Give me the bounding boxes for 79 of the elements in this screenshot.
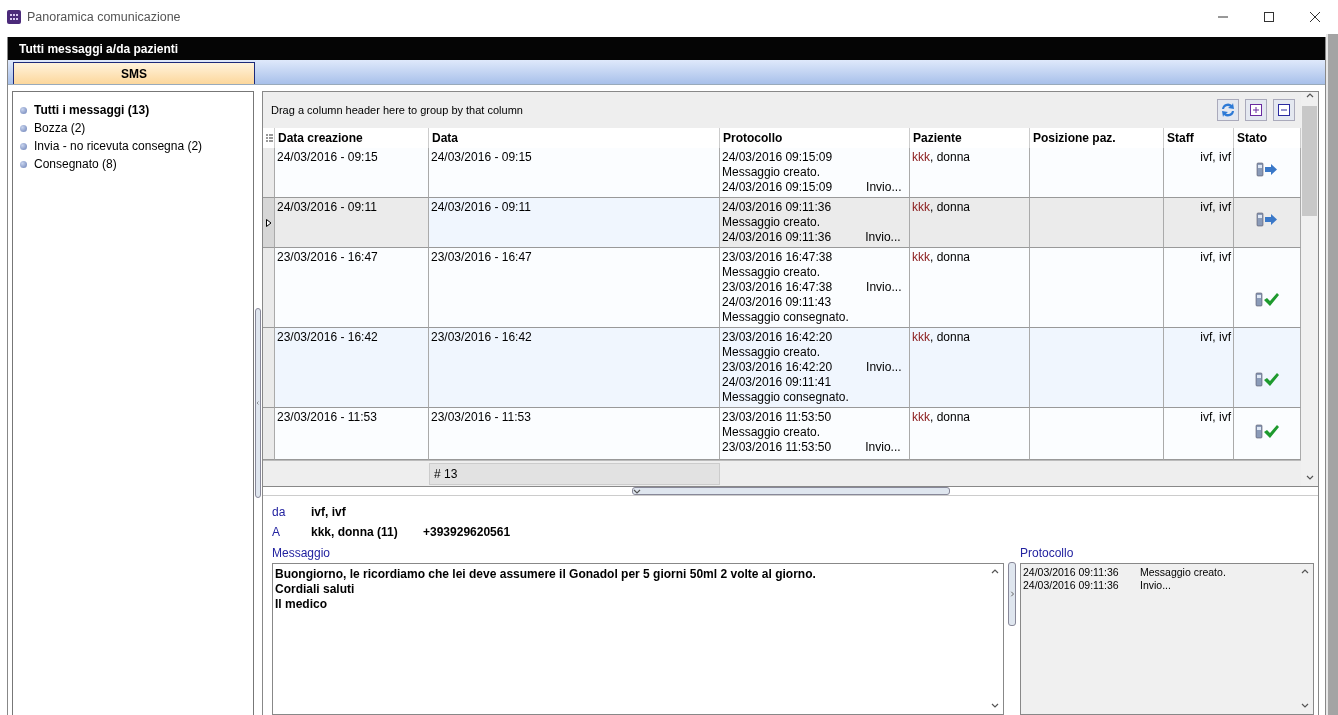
protocol-cell: 24/03/2016 09:15:09 Messaggio creato. 24/03/2016 09:15:09 Invio... (720, 148, 910, 198)
table-cell: 24/03/2016 - 09:11 (429, 198, 720, 248)
phone-number: +393929620561 (423, 525, 512, 539)
refresh-button[interactable] (1217, 99, 1239, 121)
table-cell: 23/03/2016 - 11:53 (275, 408, 429, 460)
panel-header: Tutti messaggi a/da pazienti (8, 37, 1325, 60)
expand-button[interactable] (1245, 99, 1267, 121)
protocol-entry: 24/03/2016 09:11:36 Messaggio creato. (1023, 566, 1227, 579)
column-header[interactable]: Staff (1164, 128, 1234, 148)
maximize-icon (1264, 12, 1274, 22)
minus-icon (1278, 104, 1290, 116)
column-header[interactable]: Posizione paz. (1030, 128, 1164, 148)
sidebar-item[interactable]: Invia - no ricevuta consegna (2) (20, 138, 253, 154)
app-icon (7, 10, 21, 24)
message-line: Il medico (275, 597, 328, 612)
sidebar-item[interactable]: Tutti i messaggi (13) (20, 102, 253, 118)
field-label: A (272, 525, 281, 539)
section-label: Messaggio (272, 545, 332, 560)
chevron-up-icon (1305, 92, 1314, 100)
splitter-handle[interactable] (1008, 562, 1016, 626)
chevron-down-icon (632, 488, 641, 496)
scrollbar-thumb[interactable] (1302, 106, 1317, 216)
protocol-cell: 23/03/2016 16:47:38 Messaggio creato. 23/03/2016 16:47:38 Invio... 24/03/2016 09:11:43 Messaggio consegnato. (720, 248, 910, 328)
chevron-up-icon (990, 568, 999, 576)
section-label: Protocollo (1020, 545, 1075, 560)
table-cell: kkk, donna (910, 248, 1030, 328)
table-cell: kkk, donna (910, 148, 1030, 198)
chevron-right-icon (1009, 590, 1015, 598)
row-indicator[interactable] (263, 198, 275, 248)
row-count: # 13 (429, 462, 720, 485)
sidebar-item[interactable]: Bozza (2) (20, 120, 253, 136)
column-header[interactable]: Stato (1234, 128, 1301, 148)
column-header[interactable]: Data (429, 128, 720, 148)
chevron-left-icon (256, 399, 260, 407)
table-cell: 24/03/2016 - 09:15 (275, 148, 429, 198)
table-cell: kkk, donna (910, 328, 1030, 408)
message-box[interactable]: Buongiorno, le ricordiamo che lei deve assumere il Gonadol per 5 giorni 50ml 2 volte al giorno. Cordiali saluti Il medico (272, 563, 1004, 715)
table-cell: 24/03/2016 - 09:11 (275, 198, 429, 248)
message-line: Cordiali saluti (275, 582, 356, 597)
table-cell: kkk, donna (910, 198, 1030, 248)
window-title: Panoramica comunicazione (27, 10, 181, 24)
column-header[interactable]: Paziente (910, 128, 1030, 148)
table-cell: ivf, ivf (1164, 328, 1234, 408)
chevron-down-icon (1305, 474, 1314, 482)
recipient-value: kkk, donna (11) (311, 525, 399, 539)
table-cell: ivf, ivf (1164, 408, 1234, 460)
table-cell: 23/03/2016 - 11:53 (429, 408, 720, 460)
tab[interactable]: SMS (13, 62, 255, 84)
table-cell: 23/03/2016 - 16:47 (275, 248, 429, 328)
column-header[interactable]: Protocollo (720, 128, 910, 148)
protocol-cell: 23/03/2016 16:42:20 Messaggio creato. 23/03/2016 16:42:20 Invio... 24/03/2016 09:11:41 Messaggio consegnato. (720, 328, 910, 408)
group-hint: Drag a column header here to group by that column (271, 104, 523, 116)
plus-icon (1250, 104, 1262, 116)
message-line: Buongiorno, le ricordiamo che lei deve assumere il Gonadol per 5 giorni 50ml 2 volte al giorno. (275, 567, 817, 582)
table-cell: 24/03/2016 - 09:15 (429, 148, 720, 198)
table-cell: 23/03/2016 - 16:42 (275, 328, 429, 408)
table-cell: kkk, donna (910, 408, 1030, 460)
column-header[interactable]: Data creazione (275, 128, 429, 148)
protocol-entry: 24/03/2016 09:11:36 Invio... (1023, 579, 1172, 592)
close-icon (1310, 12, 1320, 22)
table-cell: ivf, ivf (1164, 248, 1234, 328)
chevron-down-icon (1300, 702, 1309, 710)
table-cell: ivf, ivf (1164, 198, 1234, 248)
sender-value: ivf, ivf (311, 505, 347, 519)
chevron-up-icon (1300, 568, 1309, 576)
sidebar-item[interactable]: Consegnato (8) (20, 156, 253, 172)
table-cell: 23/03/2016 - 16:42 (429, 328, 720, 408)
chevron-down-icon (990, 702, 999, 710)
table-cell: ivf, ivf (1164, 148, 1234, 198)
collapse-button[interactable] (1273, 99, 1295, 121)
table-cell: 23/03/2016 - 16:47 (429, 248, 720, 328)
current-row-icon (265, 218, 272, 227)
protocol-cell: 24/03/2016 09:11:36 Messaggio creato. 24/03/2016 09:11:36 Invio... (720, 198, 910, 248)
field-label: da (272, 505, 287, 519)
column-chooser-icon[interactable] (266, 133, 273, 143)
splitter-handle[interactable] (631, 487, 950, 495)
protocol-cell: 23/03/2016 11:53:50 Messaggio creato. 23/03/2016 11:53:50 Invio... (720, 408, 910, 460)
refresh-icon (1219, 101, 1237, 119)
splitter-handle[interactable] (255, 308, 261, 498)
